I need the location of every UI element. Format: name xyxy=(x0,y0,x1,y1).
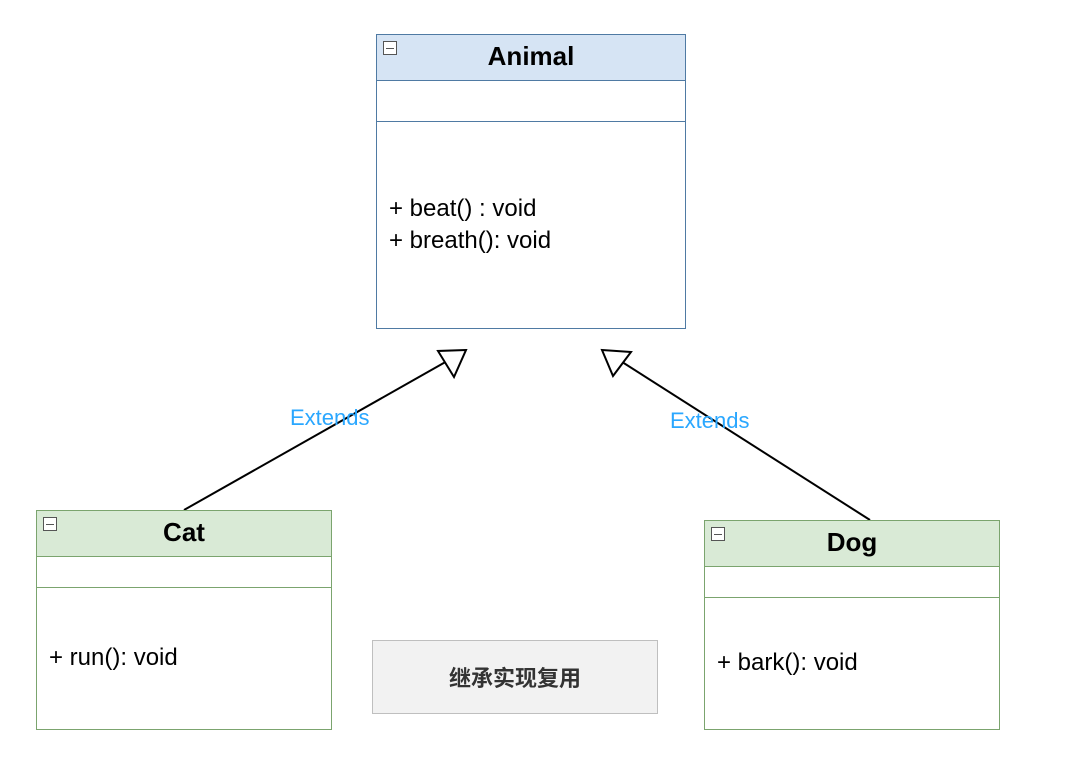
class-cat-header: Cat xyxy=(37,511,331,557)
inheritance-note-text: 继承实现复用 xyxy=(449,661,581,693)
class-animal-method-1: + beat() : void xyxy=(389,193,673,225)
class-dog-name: Dog xyxy=(827,527,878,557)
cat-extends-label: Extends xyxy=(290,405,370,431)
class-cat-attributes xyxy=(37,557,331,588)
class-dog-attributes xyxy=(705,567,999,598)
class-animal: Animal + beat() : void + breath(): void xyxy=(376,34,686,329)
class-dog-header: Dog xyxy=(705,521,999,567)
inheritance-note: 继承实现复用 xyxy=(372,640,658,714)
class-cat: Cat + run(): void xyxy=(36,510,332,730)
class-animal-method-2: + breath(): void xyxy=(389,225,673,257)
class-animal-header: Animal xyxy=(377,35,685,81)
collapse-icon[interactable] xyxy=(383,41,397,55)
class-dog-operations: + bark(): void xyxy=(705,598,999,729)
dog-extends-label: Extends xyxy=(670,408,750,434)
class-animal-operations: + beat() : void + breath(): void xyxy=(377,122,685,328)
class-cat-name: Cat xyxy=(163,517,205,547)
class-dog-method-1: + bark(): void xyxy=(717,647,987,679)
class-dog: Dog + bark(): void xyxy=(704,520,1000,730)
collapse-icon[interactable] xyxy=(711,527,725,541)
class-animal-attributes xyxy=(377,81,685,122)
collapse-icon[interactable] xyxy=(43,517,57,531)
class-animal-name: Animal xyxy=(488,41,575,71)
class-cat-method-1: + run(): void xyxy=(49,642,319,674)
class-cat-operations: + run(): void xyxy=(37,588,331,729)
dog-extends-arrow xyxy=(602,350,870,520)
